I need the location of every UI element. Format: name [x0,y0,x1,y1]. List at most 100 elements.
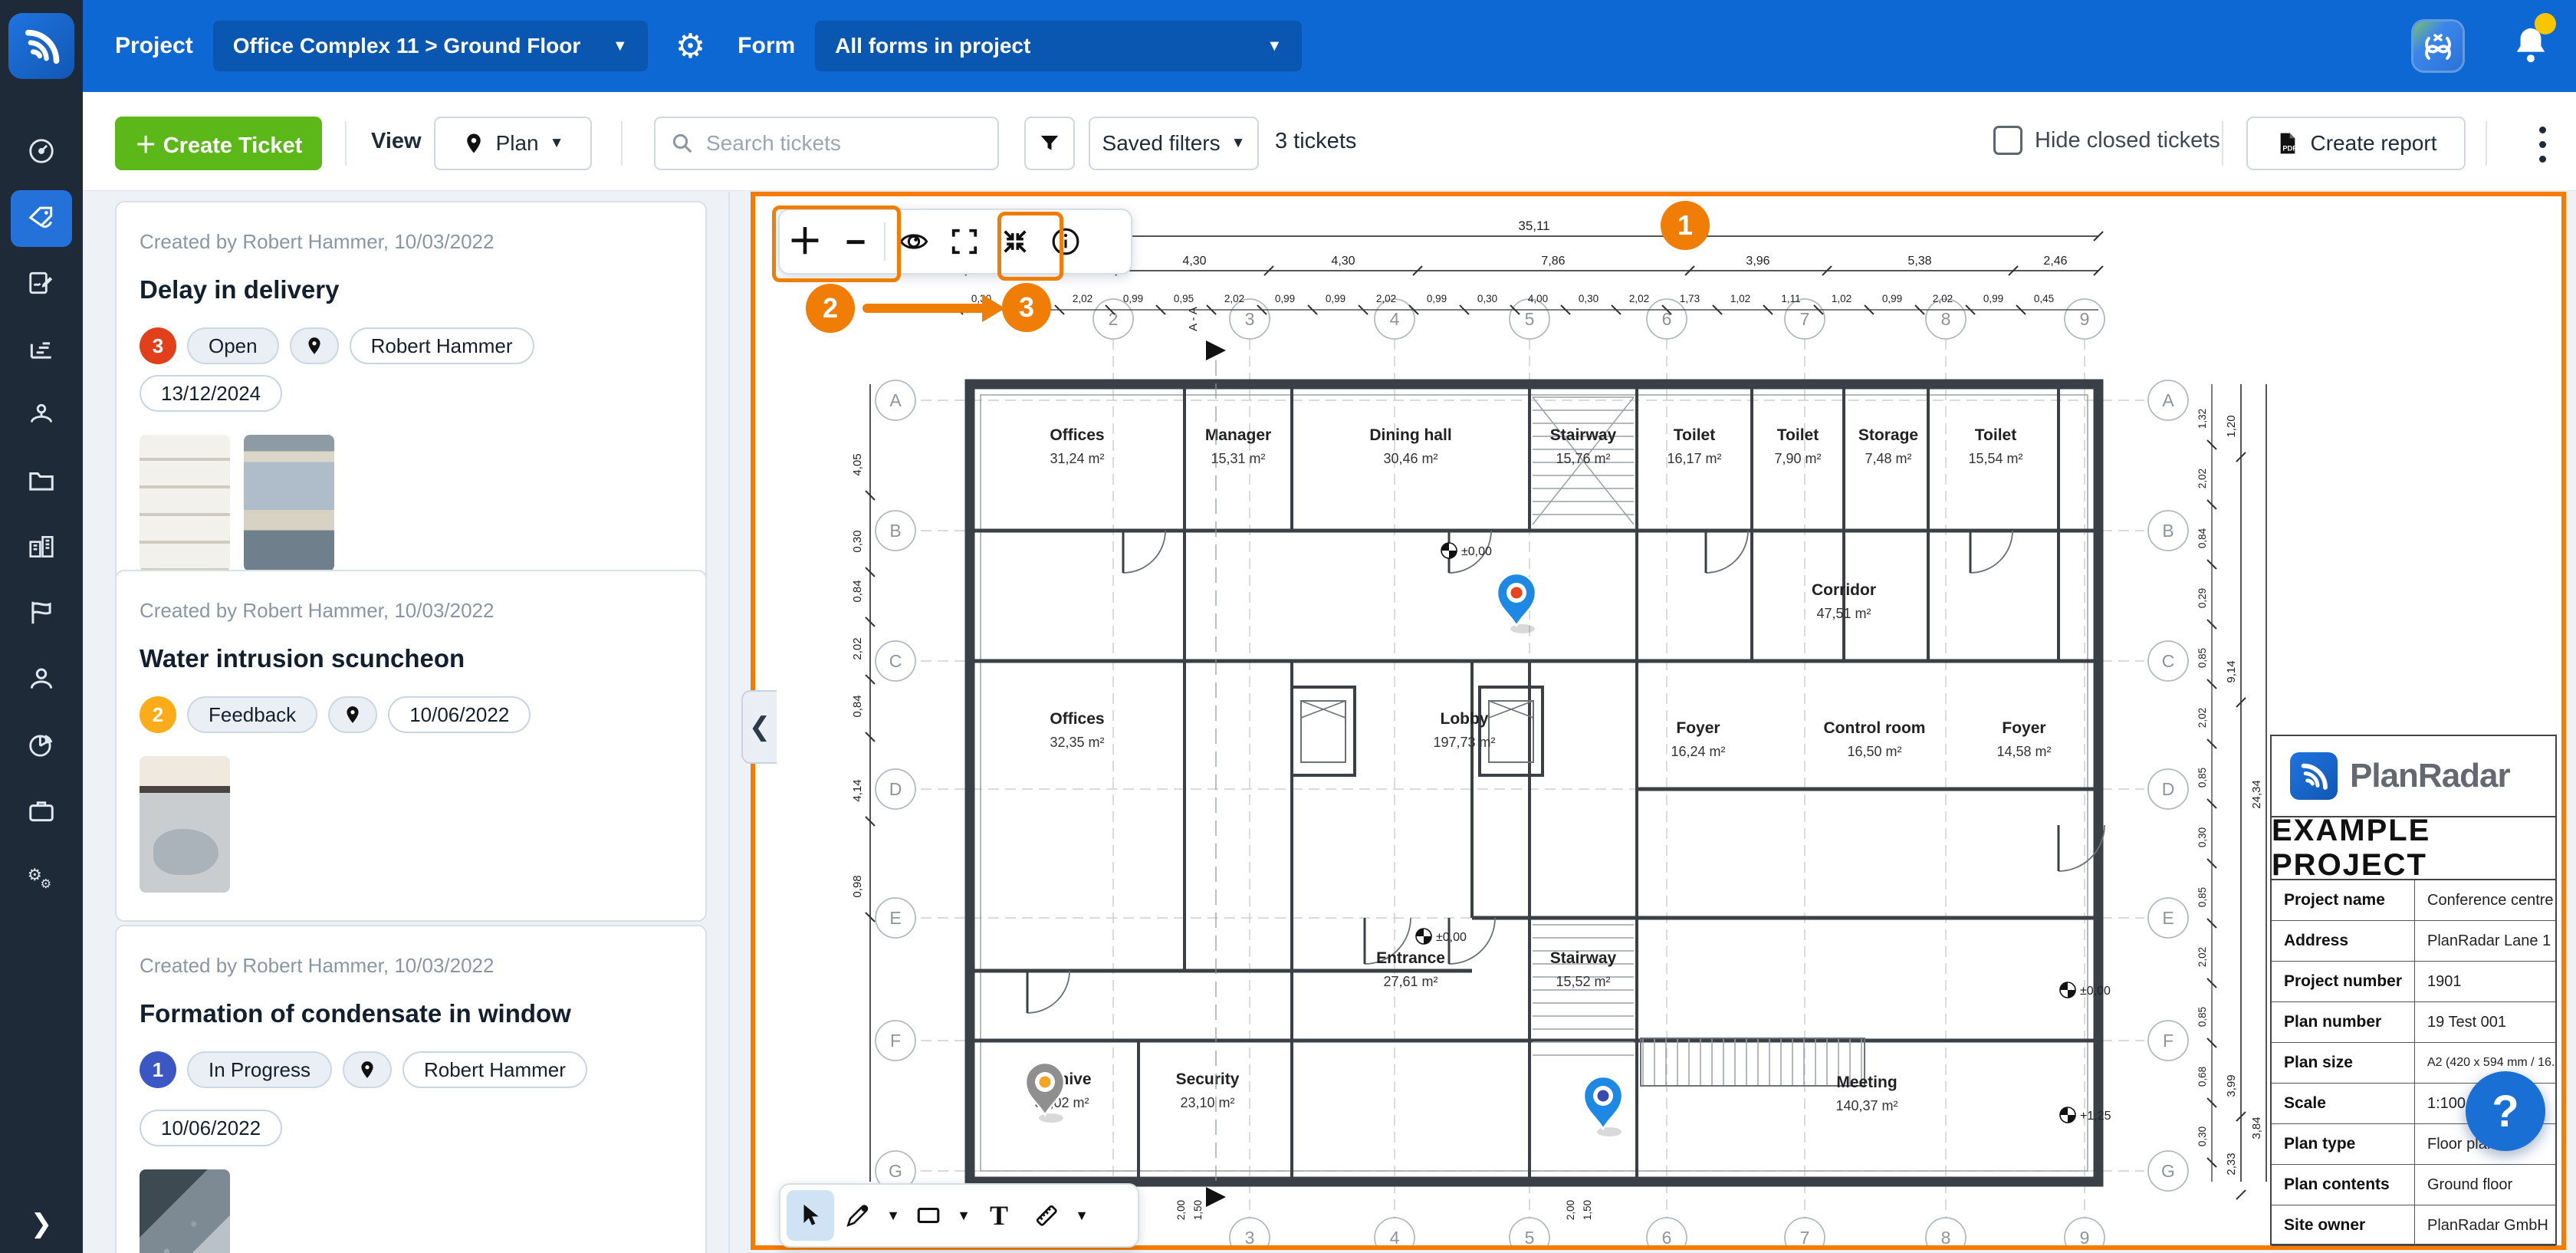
titleblock-row: Project number1901 [2272,962,2555,1002]
sidebar-item-pie-chart[interactable] [11,718,72,774]
view-mode-dropdown[interactable]: Plan ▼ [434,117,592,170]
project-selector[interactable]: Office Complex 11 > Ground Floor ▼ [213,21,648,71]
project-selector-value: Office Complex 11 > Ground Floor [233,34,581,58]
ticket-photo-window-sill[interactable] [140,756,230,893]
svg-text:47,51 m²: 47,51 m² [1816,606,1871,621]
titleblock-row: Site ownerPlanRadar GmbH [2272,1205,2555,1246]
titleblock-row: Plan contentsGround floor [2272,1165,2555,1205]
svg-text:0,98: 0,98 [851,875,864,897]
svg-text:31,24 m²: 31,24 m² [1050,451,1104,466]
search-box [654,117,999,170]
chevron-down-icon: ▼ [1248,38,1282,55]
location-pin-chip[interactable] [328,696,377,733]
svg-text:D: D [2162,779,2175,799]
svg-text:4,30: 4,30 [1331,255,1355,268]
measure-ruler-tool[interactable] [1023,1190,1070,1241]
svg-text:16,17 m²: 16,17 m² [1667,451,1721,466]
plan-viewer[interactable]: Offices31,24 m²Manager15,31 m²Dining hal… [751,192,2566,1250]
svg-text:1,32: 1,32 [2196,409,2208,429]
due-date-chip[interactable]: 10/06/2022 [140,1110,282,1146]
notifications-bell-icon[interactable] [2513,25,2548,67]
priority-badge: 3 [140,327,176,364]
svg-text:2,00: 2,00 [1175,1200,1187,1220]
measure-tool-dropdown[interactable]: ▼ [1070,1208,1093,1224]
svg-text:Foyer: Foyer [1676,719,1720,737]
ticket-card[interactable]: Created by Robert Hammer, 10/03/2022Dela… [115,201,707,600]
select-cursor-tool[interactable] [787,1190,834,1241]
create-report-button[interactable]: PDF Create report [2246,117,2466,170]
svg-text:2,02: 2,02 [1376,293,1396,304]
svg-text:2,02: 2,02 [1933,293,1953,304]
status-chip[interactable]: Feedback [187,696,317,733]
planradar-logo[interactable] [8,13,74,79]
svg-text:4: 4 [1390,1228,1400,1245]
hide-closed-checkbox[interactable] [1993,126,2022,155]
assignee-chip[interactable]: Robert Hammer [402,1051,587,1088]
create-ticket-button[interactable]: ＋ Create Ticket [115,117,322,170]
help-button[interactable]: ? [2466,1071,2545,1151]
pen-tool-dropdown[interactable]: ▼ [882,1208,905,1224]
person-icon [27,664,56,697]
pen-tool[interactable] [834,1190,882,1241]
ticket-photo-brick[interactable] [140,435,230,571]
saved-filters-dropdown[interactable]: Saved filters ▼ [1089,117,1259,170]
svg-text:0,85: 0,85 [2196,768,2208,788]
ticket-title: Formation of condensate in window [140,999,682,1028]
ticket-photo-condensate[interactable] [140,1169,230,1253]
shape-tool-dropdown[interactable]: ▼ [952,1208,975,1224]
ticket-title: Water intrusion scuncheon [140,644,682,673]
sidebar-item-gears[interactable]: ⚙⚙ [11,850,72,906]
sidebar-item-person[interactable] [11,652,72,709]
location-pin-chip[interactable] [290,327,339,364]
svg-text:6: 6 [1662,309,1672,329]
search-input[interactable] [705,130,990,156]
sidebar-item-tickets[interactable] [11,190,72,247]
svg-text:F: F [2163,1031,2174,1051]
fullscreen-button[interactable] [939,215,990,268]
ticket-photo-office-window[interactable] [244,435,334,571]
sidebar-item-flag[interactable] [11,586,72,643]
sidebar-item-buildings[interactable] [11,520,72,577]
due-date-chip[interactable]: 13/12/2024 [140,375,282,412]
status-chip[interactable]: In Progress [187,1051,332,1088]
sidebar-item-statistics[interactable] [11,322,72,379]
hide-closed-toggle[interactable]: Hide closed tickets [1993,126,2220,155]
titleblock-row: Project nameConference centre [2272,880,2555,921]
more-options-kebab-icon[interactable] [2519,123,2565,166]
svg-text:9: 9 [2080,1228,2090,1245]
sidebar-expand-chevron-icon[interactable]: ❯ [0,1209,83,1239]
svg-text:A - A: A - A [1187,307,1200,331]
tickets-toolbar: ＋ Create Ticket View Plan ▼ Saved filter… [83,92,2576,191]
svg-text:0,30: 0,30 [2196,827,2208,847]
sidebar-item-forms[interactable] [11,256,72,313]
dashboard-icon [27,136,56,169]
sidebar-item-person-pin[interactable] [11,388,72,445]
sidebar-item-dashboard[interactable] [11,124,72,181]
svg-text:27,61 m²: 27,61 m² [1383,974,1438,989]
collapse-panel-handle[interactable]: ❮ [741,690,777,764]
rectangle-tool[interactable] [905,1190,952,1241]
svg-text:7,86: 7,86 [1541,255,1565,268]
filter-button[interactable] [1024,117,1075,170]
sidebar-item-briefcase[interactable] [11,784,72,840]
svg-text:Offices: Offices [1050,426,1104,444]
svg-text:4,30: 4,30 [1182,255,1206,268]
svg-text:197,73 m²: 197,73 m² [1433,735,1495,750]
ticket-card[interactable]: Created by Robert Hammer, 10/03/2022Wate… [115,570,707,922]
app-switcher-button[interactable] [2413,21,2463,71]
ticket-list: Created by Robert Hammer, 10/03/2022Dela… [115,201,707,1253]
project-settings-gear-icon[interactable]: ⚙ [675,27,705,66]
due-date-chip[interactable]: 10/06/2022 [388,696,531,733]
svg-text:Corridor: Corridor [1812,581,1876,599]
ticket-chips: 3 Open Robert Hammer 13/12/2024 [140,327,682,412]
svg-text:Stairway: Stairway [1550,426,1617,444]
form-selector[interactable]: All forms in project ▼ [815,21,1302,71]
svg-text:8: 8 [1941,309,1951,329]
svg-text:2,02: 2,02 [1073,293,1092,304]
ticket-card[interactable]: Created by Robert Hammer, 10/03/2022Form… [115,925,707,1253]
sidebar-item-folder[interactable] [11,454,72,511]
assignee-chip[interactable]: Robert Hammer [350,327,534,364]
status-chip[interactable]: Open [187,327,279,364]
location-pin-chip[interactable] [343,1051,392,1088]
text-tool[interactable]: T [975,1190,1023,1241]
